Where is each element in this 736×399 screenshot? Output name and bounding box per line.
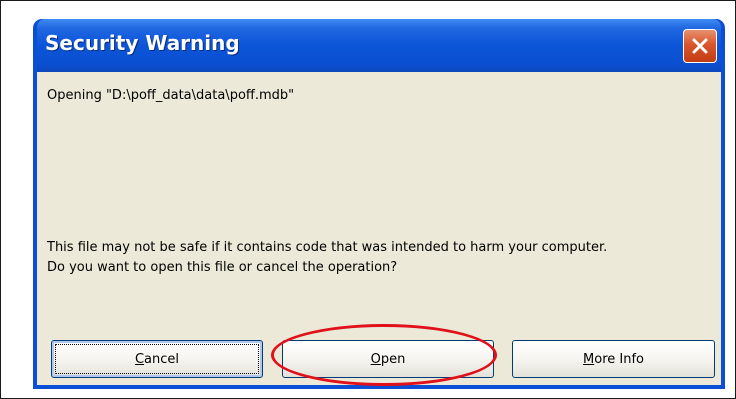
warning-line-1: This file may not be safe if it contains… bbox=[47, 240, 608, 255]
close-icon bbox=[692, 38, 708, 54]
dialog-title: Security Warning bbox=[45, 31, 240, 55]
screenshot-frame: Security Warning Opening "D:\poff_data\d… bbox=[0, 0, 736, 399]
security-warning-dialog: Security Warning Opening "D:\poff_data\d… bbox=[33, 19, 725, 389]
opening-message: Opening "D:\poff_data\data\poff.mdb" bbox=[47, 88, 295, 103]
more-info-mnemonic: M bbox=[583, 351, 595, 367]
cancel-button[interactable]: Cancel bbox=[51, 340, 263, 378]
more-info-button[interactable]: More Info bbox=[512, 340, 715, 378]
open-button-label: Open bbox=[371, 352, 406, 367]
more-info-button-label: More Info bbox=[583, 352, 644, 367]
more-info-label-rest: ore Info bbox=[594, 351, 644, 367]
dialog-body: Opening "D:\poff_data\data\poff.mdb" Thi… bbox=[37, 72, 721, 385]
open-label-rest: pen bbox=[380, 351, 406, 367]
warning-message: This file may not be safe if it contains… bbox=[47, 238, 707, 278]
title-bar[interactable]: Security Warning bbox=[37, 19, 721, 72]
warning-line-2: Do you want to open this file or cancel … bbox=[47, 260, 398, 275]
close-button[interactable] bbox=[683, 29, 717, 63]
open-mnemonic: O bbox=[370, 351, 381, 367]
focus-rectangle bbox=[55, 344, 259, 374]
open-button[interactable]: Open bbox=[282, 340, 494, 378]
